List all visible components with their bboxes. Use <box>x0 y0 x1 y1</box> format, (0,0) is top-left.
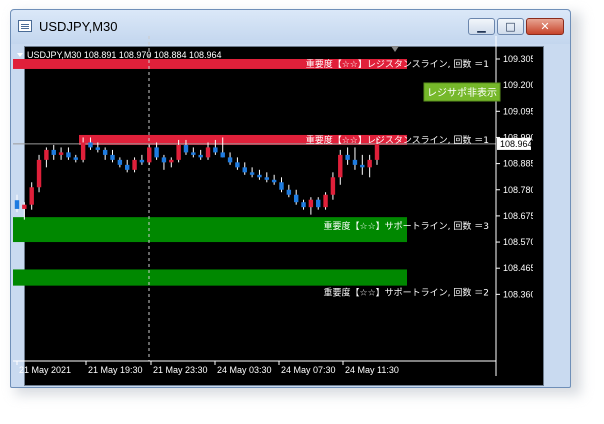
candle <box>117 157 123 168</box>
candle <box>235 157 240 170</box>
candle <box>264 172 269 183</box>
candle <box>73 154 78 163</box>
candle <box>301 199 306 210</box>
candle <box>161 154 167 170</box>
chart-window-icon <box>18 20 32 32</box>
candle <box>205 142 211 160</box>
candle <box>242 162 247 175</box>
maximize-button[interactable]: □ <box>497 18 524 35</box>
candle <box>14 194 20 213</box>
candle <box>293 189 299 205</box>
zone-label-1: 重要度【☆☆】レジスタンスライン, 回数 ＝1 <box>306 134 489 146</box>
candle <box>360 154 365 175</box>
candle <box>102 147 108 160</box>
candle <box>249 167 255 178</box>
window-title: USDJPY,M30 <box>39 19 118 34</box>
chart-header: USDJPY,M30 108.891 108.970 108.884 108.9… <box>17 50 222 60</box>
time-tick-label: 21 May 23:30 <box>153 365 208 375</box>
candle <box>308 197 314 215</box>
zone-label-0: 重要度【☆☆】レジスタンスライン, 回数 ＝1 <box>306 58 489 70</box>
candle <box>352 147 358 170</box>
price-tick-label: 109.305 <box>503 54 533 64</box>
time-tick-label: 24 May 07:30 <box>281 365 336 375</box>
price-tick-label: 108.360 <box>503 289 533 299</box>
candle <box>51 144 56 160</box>
candle <box>66 147 71 160</box>
price-tick-label: 109.095 <box>503 106 533 116</box>
candle <box>147 144 152 165</box>
price-tick-label: 108.885 <box>503 159 533 169</box>
maximize-icon: □ <box>505 20 516 33</box>
candle <box>345 147 350 165</box>
candle <box>22 202 27 220</box>
candle <box>367 154 372 178</box>
candle <box>169 157 174 168</box>
candle <box>29 182 34 210</box>
zone-marker-icon <box>391 46 399 52</box>
zone-label-2: 重要度【☆☆】サポートライン, 回数 ＝3 <box>324 220 489 232</box>
hide-levels-button-label: レジサポ非表示 <box>427 86 497 99</box>
candle <box>36 154 42 193</box>
price-tick-label: 108.675 <box>503 211 533 221</box>
candle <box>58 147 64 160</box>
minimize-button[interactable]: ▁ <box>468 18 495 35</box>
symbol-info: USDJPY,M30 108.891 108.970 108.884 108.9… <box>27 50 222 60</box>
candle <box>257 169 262 180</box>
candle <box>330 172 336 200</box>
candle <box>271 174 277 185</box>
minimize-icon: ▁ <box>477 20 486 33</box>
price-tick-label: 109.200 <box>503 80 533 90</box>
zone-label-3: 重要度【☆☆】サポートライン, 回数 ＝2 <box>324 287 489 299</box>
zone-support-3 <box>13 269 407 286</box>
close-icon: ✕ <box>540 20 550 33</box>
time-tick-label: 24 May 11:30 <box>345 365 399 375</box>
candle <box>323 192 328 210</box>
candle <box>316 197 321 210</box>
time-tick-label: 21 May 19:30 <box>88 365 143 375</box>
candle <box>338 149 343 185</box>
current-price-label: 108.964 <box>500 139 533 149</box>
candle <box>125 159 130 173</box>
candle <box>44 147 49 168</box>
candle <box>139 154 145 165</box>
hide-levels-button[interactable]: レジサポ非表示 <box>423 82 501 102</box>
price-chart[interactable]: 重要度【☆☆】レジスタンスライン, 回数 ＝1 重要度【☆☆】レジスタンスライン,… <box>13 36 533 376</box>
candle <box>227 152 233 165</box>
price-tick-label: 108.570 <box>503 237 533 247</box>
price-tick-label: 108.465 <box>503 263 533 273</box>
candle <box>286 184 292 198</box>
time-tick-label: 21 May 2021 <box>19 365 71 375</box>
candle <box>191 147 196 158</box>
close-button[interactable]: ✕ <box>526 18 564 35</box>
candle <box>279 177 284 193</box>
candle <box>132 157 137 173</box>
candle <box>110 149 115 163</box>
candle <box>154 142 159 160</box>
candle <box>198 149 203 160</box>
dropdown-triangle-icon <box>17 53 23 57</box>
price-tick-label: 108.780 <box>503 185 533 195</box>
time-tick-label: 24 May 03:30 <box>217 365 272 375</box>
